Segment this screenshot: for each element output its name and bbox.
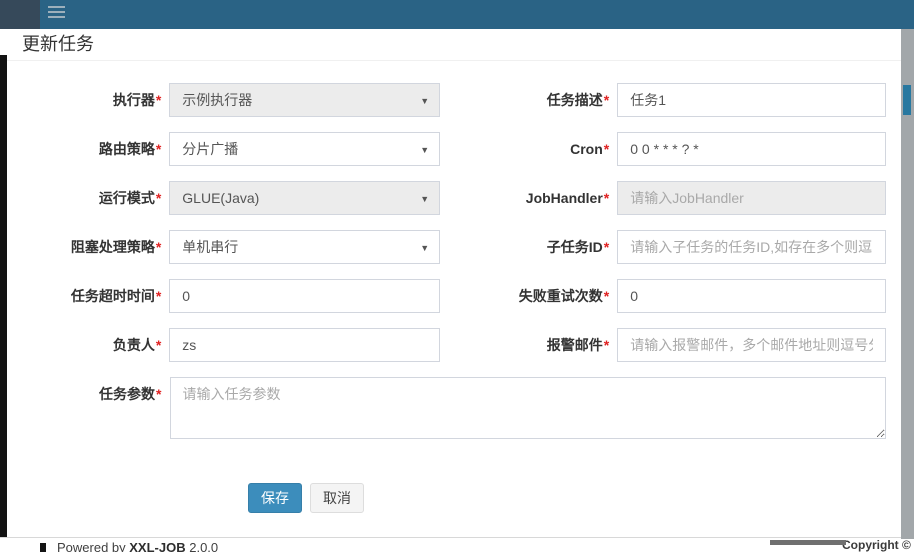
cancel-button[interactable]: 取消 (310, 483, 364, 513)
alarm-email-label: 报警邮件* (440, 328, 609, 362)
child-jobid-label: 子任务ID* (440, 230, 609, 264)
job-handler-input (617, 181, 886, 215)
fail-retry-label: 失败重试次数* (440, 279, 609, 313)
save-button[interactable]: 保存 (248, 483, 302, 513)
author-input[interactable] (169, 328, 440, 362)
hamburger-icon[interactable] (48, 6, 66, 22)
required-mark: * (156, 337, 161, 353)
job-param-label: 任务参数* (22, 377, 162, 411)
form-row-5: 任务超时时间* 失败重试次数* (22, 279, 886, 313)
form-row-1: 执行器* 示例执行器 ▼ 任务描述* (22, 83, 886, 117)
modal-actions: 保存 取消 (248, 483, 886, 513)
job-handler-label: JobHandler* (440, 181, 609, 215)
route-strategy-select[interactable]: 分片广播 ▼ (169, 132, 440, 166)
fail-retry-input[interactable] (617, 279, 886, 313)
glue-type-label: 运行模式* (22, 181, 161, 215)
executor-select: 示例执行器 ▼ (169, 83, 440, 117)
update-job-form: 执行器* 示例执行器 ▼ 任务描述* 路由策略* 分片广播 ▼ Cron* 运行… (7, 61, 901, 513)
form-row-4: 阻塞处理策略* 单机串行 ▼ 子任务ID* (22, 230, 886, 264)
form-row-3: 运行模式* GLUE(Java) ▼ JobHandler* (22, 181, 886, 215)
modal-backdrop-left (0, 55, 7, 537)
timeout-input[interactable] (169, 279, 440, 313)
block-strategy-label: 阻塞处理策略* (22, 230, 161, 264)
powered-by-text: Powered by XXL-JOB 2.0.0 (57, 540, 218, 552)
job-desc-label: 任务描述* (440, 83, 609, 117)
hidden-button-fragment (903, 85, 911, 115)
required-mark: * (604, 190, 609, 206)
required-mark: * (604, 337, 609, 353)
chevron-down-icon: ▼ (420, 194, 429, 204)
chevron-down-icon: ▼ (420, 243, 429, 253)
required-mark: * (156, 386, 161, 402)
required-mark: * (604, 288, 609, 304)
job-param-textarea[interactable] (170, 377, 887, 439)
footer-dark-artifact (40, 543, 46, 552)
footer-gray-artifact (770, 540, 846, 545)
glue-type-select: GLUE(Java) ▼ (169, 181, 440, 215)
author-label: 负责人* (22, 328, 161, 362)
top-navbar (0, 0, 914, 29)
block-strategy-select[interactable]: 单机串行 ▼ (169, 230, 440, 264)
update-job-modal: 更新任务 执行器* 示例执行器 ▼ 任务描述* 路由策略* 分片广播 ▼ Cro… (7, 29, 901, 537)
brand-text: XXL-JOB (129, 540, 185, 552)
required-mark: * (156, 141, 161, 157)
required-mark: * (604, 92, 609, 108)
required-mark: * (156, 239, 161, 255)
form-row-2: 路由策略* 分片广播 ▼ Cron* (22, 132, 886, 166)
sidebar-edge (0, 0, 40, 29)
chevron-down-icon: ▼ (420, 145, 429, 155)
executor-label: 执行器* (22, 83, 161, 117)
required-mark: * (156, 92, 161, 108)
cron-label: Cron* (440, 132, 609, 166)
modal-title: 更新任务 (22, 34, 886, 55)
job-desc-input[interactable] (617, 83, 886, 117)
copyright-text: Copyright © 2 (842, 538, 914, 552)
modal-header: 更新任务 (7, 29, 901, 61)
required-mark: * (604, 239, 609, 255)
required-mark: * (156, 288, 161, 304)
child-jobid-input[interactable] (617, 230, 886, 264)
required-mark: * (156, 190, 161, 206)
form-row-6: 负责人* 报警邮件* (22, 328, 886, 362)
cron-input[interactable] (617, 132, 886, 166)
required-mark: * (604, 141, 609, 157)
chevron-down-icon: ▼ (420, 96, 429, 106)
alarm-email-input[interactable] (617, 328, 886, 362)
form-row-7: 任务参数* (22, 377, 886, 439)
timeout-label: 任务超时时间* (22, 279, 161, 313)
route-strategy-label: 路由策略* (22, 132, 161, 166)
modal-backdrop-right (901, 29, 914, 539)
